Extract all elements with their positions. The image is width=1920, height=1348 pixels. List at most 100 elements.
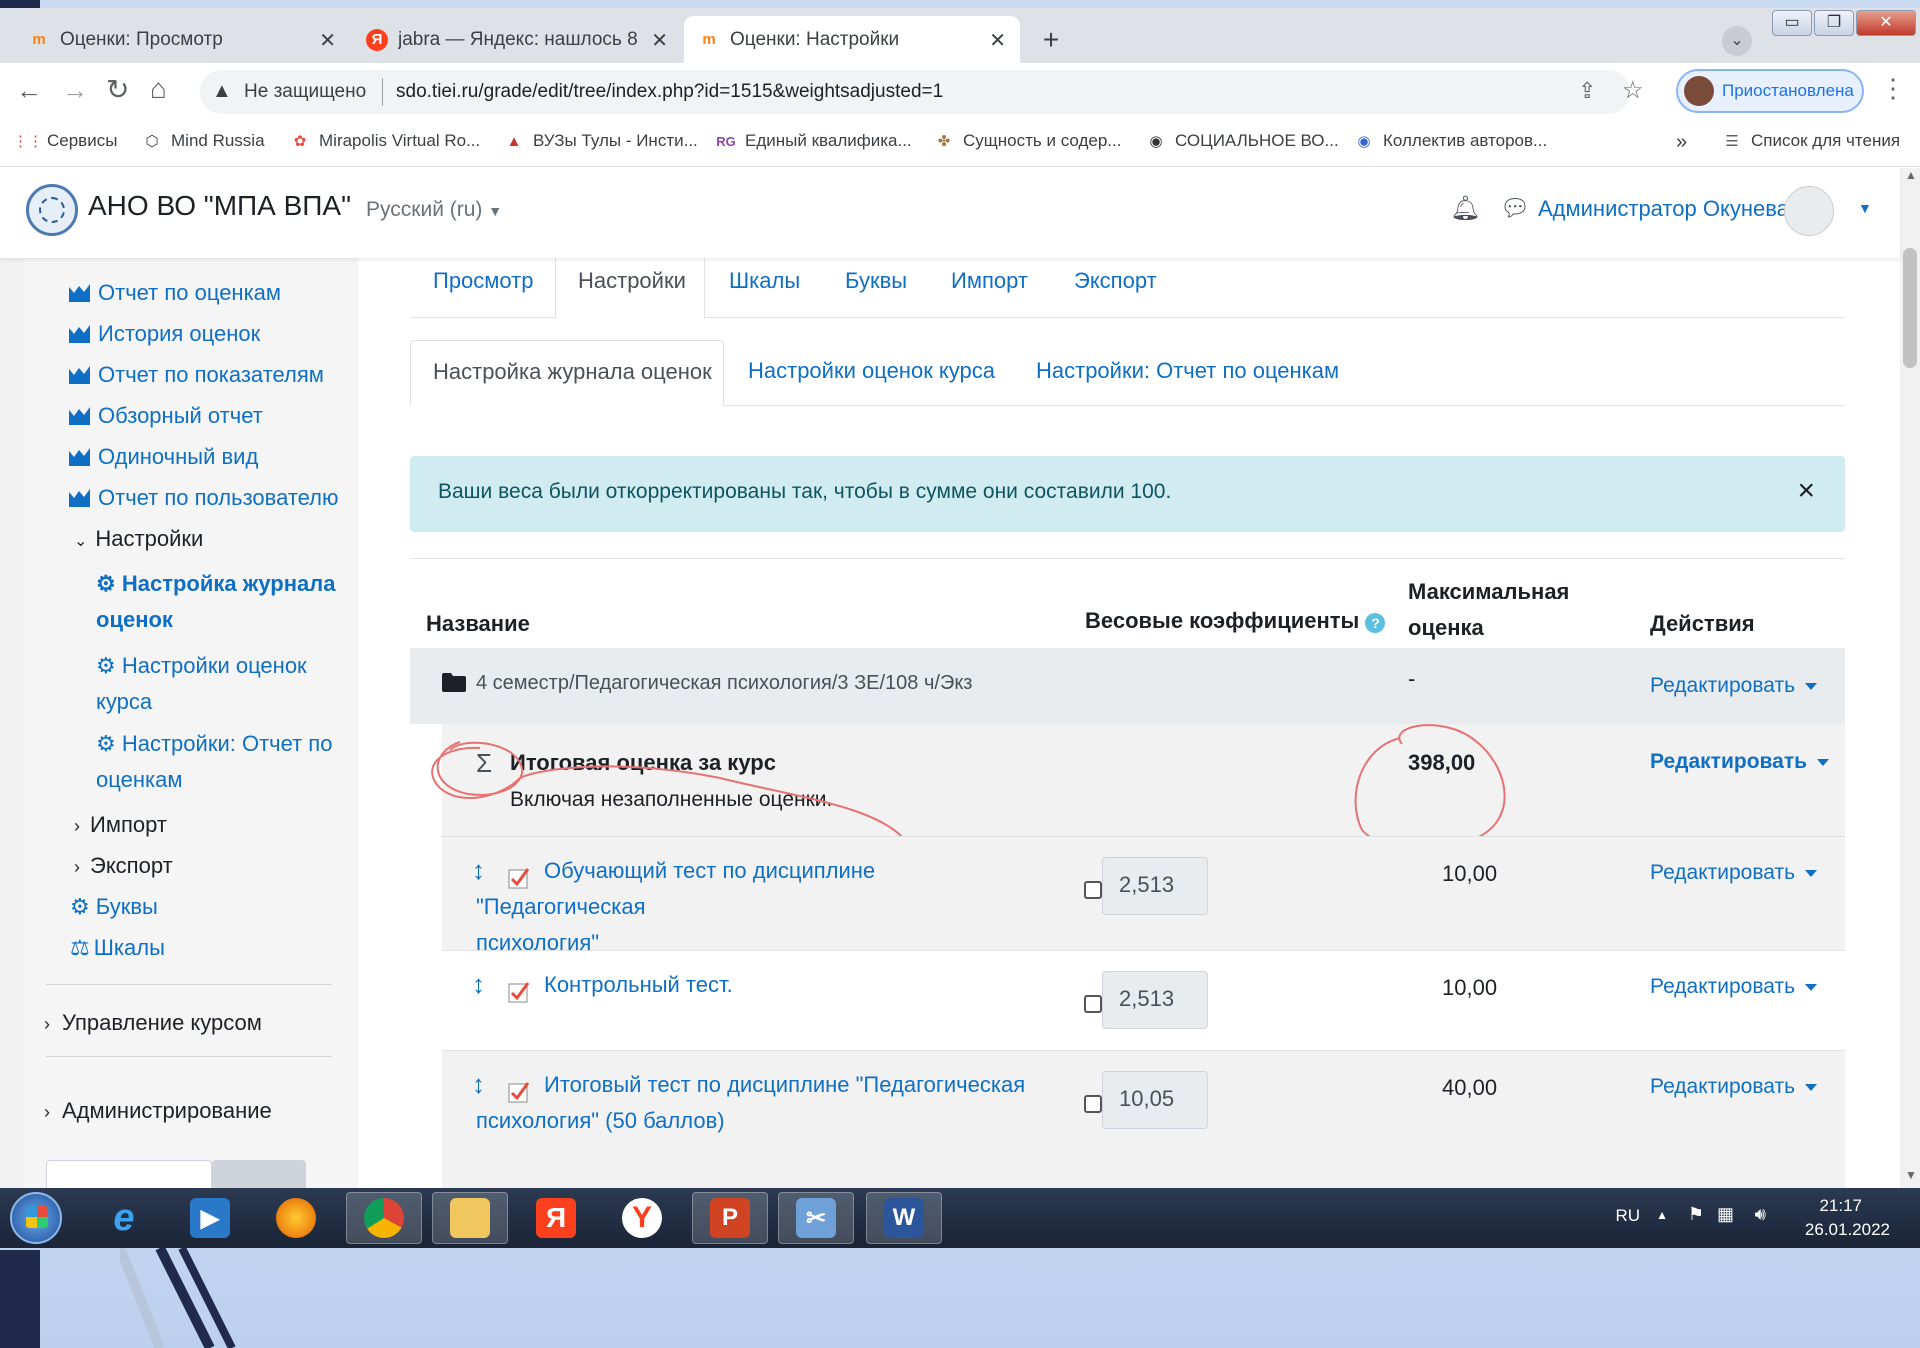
sidebar-item-gradebook-setup[interactable]: ⚙ Настройка журнала оценок [96, 566, 335, 638]
star-icon[interactable]: ☆ [1622, 76, 1644, 105]
tab-search-button[interactable]: ⌄ [1722, 26, 1752, 56]
minimize-button[interactable]: ▭ [1772, 10, 1812, 36]
taskbar-ie[interactable]: e [86, 1192, 162, 1244]
caret-down-icon[interactable]: ▼ [1858, 200, 1872, 216]
weight-input[interactable]: 10,05 [1102, 1071, 1208, 1129]
profile-button[interactable]: Приостановлена [1676, 69, 1864, 113]
tab-import[interactable]: Импорт [951, 268, 1028, 294]
taskbar-firefox[interactable] [258, 1192, 334, 1244]
weight-override-checkbox[interactable] [1084, 1095, 1102, 1113]
new-tab-button[interactable]: + [1034, 24, 1068, 58]
sidebar-item-scales[interactable]: ⚖ Шкалы [70, 935, 165, 961]
home-icon[interactable]: ⌂ [150, 73, 167, 105]
taskbar-media[interactable]: ▶ [172, 1192, 248, 1244]
clock-time[interactable]: 21:17 [1819, 1196, 1862, 1216]
security-label[interactable]: Не защищено [244, 81, 366, 103]
taskbar-explorer[interactable] [432, 1192, 508, 1244]
sidebar-item-settings[interactable]: ⌄ Настройки [74, 526, 203, 552]
bell-icon[interactable]: 🔔︎ [1450, 194, 1480, 223]
reload-icon[interactable]: ↻ [106, 73, 129, 106]
close-icon[interactable]: × [1797, 474, 1815, 508]
weight-override-checkbox[interactable] [1084, 881, 1102, 899]
tab-scales[interactable]: Шкалы [729, 268, 800, 294]
sidebar-item-report-settings[interactable]: ⚙ Настройки: Отчет по оценкам [96, 726, 332, 798]
forward-icon[interactable]: → [62, 75, 88, 106]
tab-letters[interactable]: Буквы [845, 268, 907, 294]
edit-menu-button[interactable]: Редактировать [1650, 975, 1817, 999]
search-button[interactable] [212, 1160, 306, 1188]
tray-arrow-icon[interactable]: ▲ [1656, 1208, 1668, 1222]
network-icon[interactable]: ▦ [1717, 1204, 1734, 1225]
user-name[interactable]: Администратор Окунева [1538, 196, 1789, 222]
browser-tab[interactable]: Я jabra — Яндекс: нашлось 8 млн ✕ [352, 16, 682, 63]
language-indicator[interactable]: RU [1615, 1206, 1640, 1226]
edit-menu-button[interactable]: Редактировать [1650, 1075, 1817, 1099]
weight-input[interactable]: 2,513 [1102, 857, 1208, 915]
sidebar-item-outcomes-report[interactable]: Отчет по показателям [68, 362, 324, 388]
bookmark-item[interactable]: RG Единый квалифика... [716, 131, 911, 151]
volume-icon[interactable]: 🔊︎ [1755, 1204, 1766, 1225]
taskbar-chrome[interactable] [346, 1192, 422, 1244]
taskbar-yandex[interactable]: Y [604, 1192, 680, 1244]
weight-input[interactable]: 2,513 [1102, 971, 1208, 1029]
sidebar-item-user-report[interactable]: Отчет по пользователю [68, 485, 339, 511]
url-text[interactable]: sdo.tiei.ru/grade/edit/tree/index.php?id… [396, 81, 943, 103]
more-bookmarks-button[interactable]: » [1676, 131, 1687, 154]
bookmark-item[interactable]: ⋮⋮ Сервисы [13, 131, 117, 151]
tab-view[interactable]: Просмотр [433, 268, 533, 294]
browser-tab-active[interactable]: m Оценки: Настройки ✕ [684, 16, 1020, 63]
grade-item-link[interactable]: Контрольный тест. [544, 967, 733, 1003]
close-icon[interactable]: ✕ [319, 28, 336, 53]
sidebar-item-overview-report[interactable]: Обзорный отчет [68, 403, 263, 429]
bookmark-item[interactable]: ◉ Коллектив авторов... [1354, 131, 1547, 151]
back-icon[interactable]: ← [16, 75, 42, 106]
sidebar-item-grade-history[interactable]: История оценок [68, 321, 260, 347]
weight-override-checkbox[interactable] [1084, 995, 1102, 1013]
taskbar-powerpoint[interactable]: P [692, 1192, 768, 1244]
sidebar-item-import[interactable]: › Импорт [74, 812, 167, 838]
search-input[interactable] [46, 1160, 212, 1188]
chat-icon[interactable]: 💬︎ [1500, 194, 1530, 223]
taskbar-snipping-tool[interactable]: ✂ [778, 1192, 854, 1244]
taskbar-yandex-browser[interactable]: Я [518, 1192, 594, 1244]
sidebar-item-course-admin[interactable]: › Управление курсом [44, 1010, 262, 1036]
user-avatar[interactable] [1784, 186, 1834, 236]
sidebar-item-site-admin[interactable]: › Администрирование [44, 1098, 272, 1124]
sidebar-item-grade-report[interactable]: Отчет по оценкам [68, 280, 281, 306]
edit-menu-button[interactable]: Редактировать [1650, 750, 1829, 774]
sidebar-item-course-grade-settings[interactable]: ⚙ Настройки оценок курса [96, 648, 307, 720]
close-icon[interactable]: ✕ [651, 28, 668, 53]
share-icon[interactable]: ⇪ [1578, 78, 1596, 104]
grade-item-link[interactable]: Обучающий тест по дисциплине "Педагогиче… [476, 853, 1036, 961]
tab-settings-active[interactable]: Настройки [555, 258, 705, 318]
sidebar-item-letters[interactable]: ⚙ Буквы [70, 894, 158, 920]
bookmark-item[interactable]: ▲ ВУЗы Тулы - Инсти... [504, 131, 698, 151]
help-icon[interactable]: ? [1365, 613, 1386, 633]
clock-date[interactable]: 26.01.2022 [1805, 1220, 1890, 1240]
sidebar-item-export[interactable]: › Экспорт [74, 853, 173, 879]
site-name[interactable]: АНО ВО "МПА ВПА" [88, 190, 351, 222]
language-menu[interactable]: Русский ‎(ru)‎ ▼ [366, 198, 502, 222]
edit-menu-button[interactable]: Редактировать [1650, 674, 1817, 698]
move-icon[interactable]: ↕ [472, 969, 485, 1000]
subtab-course-grade-settings[interactable]: Настройки оценок курса [748, 358, 995, 384]
edit-menu-button[interactable]: Редактировать [1650, 861, 1817, 885]
bookmark-item[interactable]: ⬡ Mind Russia [142, 131, 264, 151]
menu-icon[interactable]: ⋮ [1880, 73, 1906, 104]
sidebar-item-single-view[interactable]: Одиночный вид [68, 444, 258, 470]
scrollbar-thumb[interactable] [1903, 248, 1917, 368]
maximize-button[interactable]: ❐ [1814, 10, 1854, 36]
scroll-up-icon[interactable]: ▲ [1905, 168, 1917, 182]
taskbar-word[interactable]: W [866, 1192, 942, 1244]
close-icon[interactable]: ✕ [989, 28, 1006, 53]
flag-icon[interactable]: ⚑ [1688, 1204, 1704, 1225]
scroll-down-icon[interactable]: ▼ [1905, 1168, 1917, 1182]
tab-export[interactable]: Экспорт [1074, 268, 1157, 294]
start-button[interactable] [10, 1192, 62, 1244]
page-scrollbar[interactable]: ▲ ▼ [1900, 168, 1920, 1188]
grade-item-link[interactable]: Итоговый тест по дисциплине "Педагогичес… [476, 1067, 1036, 1139]
browser-tab[interactable]: m Оценки: Просмотр ✕ [14, 16, 350, 63]
subtab-gradebook-setup-active[interactable]: Настройка журнала оценок [410, 340, 724, 406]
bookmark-item[interactable]: ✤ Сущность и содер... [934, 131, 1122, 151]
close-window-button[interactable]: ✕ [1856, 10, 1916, 36]
